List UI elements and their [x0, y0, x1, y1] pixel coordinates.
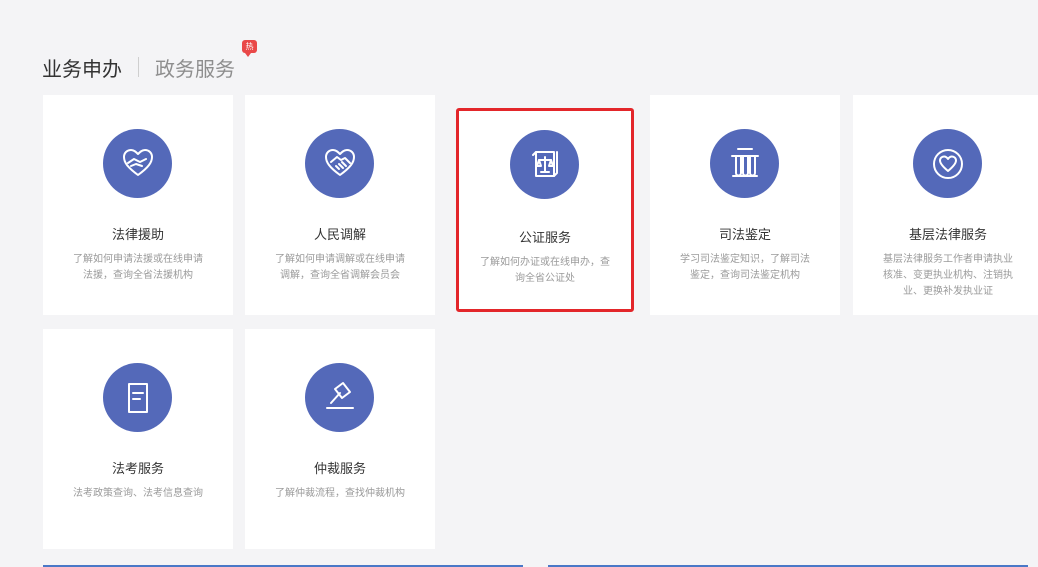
gavel-icon: [305, 363, 374, 432]
tab-government-service-label: 政务服务: [155, 56, 235, 81]
card-title: 法考服务: [111, 462, 164, 477]
tab-government-service[interactable]: 政务服务 热: [155, 39, 257, 82]
card-description: 了解如何申请法援或在线申请法援，查询全省法援机构: [73, 254, 203, 281]
card-legal-aid[interactable]: 法律援助 了解如何申请法援或在线申请法援，查询全省法援机构: [43, 95, 233, 315]
card-description: 了解仲裁流程，查找仲裁机构: [275, 488, 405, 499]
card-description: 了解如何申请调解或在线申请调解，查询全省调解会员会: [275, 254, 405, 281]
heart-circle-icon: [913, 129, 982, 198]
card-title: 基层法律服务: [908, 228, 987, 243]
card-arbitration-service[interactable]: 仲裁服务 了解仲裁流程，查找仲裁机构: [245, 329, 435, 549]
service-tabs: 业务申办 政务服务 热: [42, 39, 257, 82]
card-law-exam-service[interactable]: 法考服务 法考政策查询、法考信息查询: [43, 329, 233, 549]
test-tubes-icon: [710, 129, 779, 198]
tab-business-apply[interactable]: 业务申办: [42, 53, 122, 82]
document-icon: [103, 363, 172, 432]
card-title: 公证服务: [518, 231, 571, 246]
tab-divider: [138, 57, 139, 77]
card-description: 法考政策查询、法考信息查询: [73, 488, 203, 499]
card-title: 司法鉴定: [718, 228, 771, 243]
heart-hands-icon: [103, 129, 172, 198]
card-description: 学习司法鉴定知识，了解司法鉴定，查询司法鉴定机构: [680, 254, 810, 281]
hot-badge: 热: [242, 39, 257, 57]
scales-scroll-icon: [510, 130, 579, 199]
handshake-icon: [305, 129, 374, 198]
card-judicial-appraisal[interactable]: 司法鉴定 学习司法鉴定知识，了解司法鉴定，查询司法鉴定机构: [650, 95, 840, 315]
card-description: 基层法律服务工作者申请执业核准、变更执业机构、注销执业、更换补发执业证: [883, 254, 1013, 297]
card-title: 人民调解: [313, 228, 366, 243]
card-notary-service[interactable]: 公证服务 了解如何办证或在线申办，查询全省公证处: [456, 108, 634, 312]
card-title: 法律援助: [111, 228, 164, 243]
card-title: 仲裁服务: [313, 462, 366, 477]
card-people-mediation[interactable]: 人民调解 了解如何申请调解或在线申请调解，查询全省调解会员会: [245, 95, 435, 315]
card-grassroots-legal-service[interactable]: 基层法律服务 基层法律服务工作者申请执业核准、变更执业机构、注销执业、更换补发执…: [853, 95, 1038, 315]
card-description: 了解如何办证或在线申办，查询全省公证处: [480, 257, 610, 284]
